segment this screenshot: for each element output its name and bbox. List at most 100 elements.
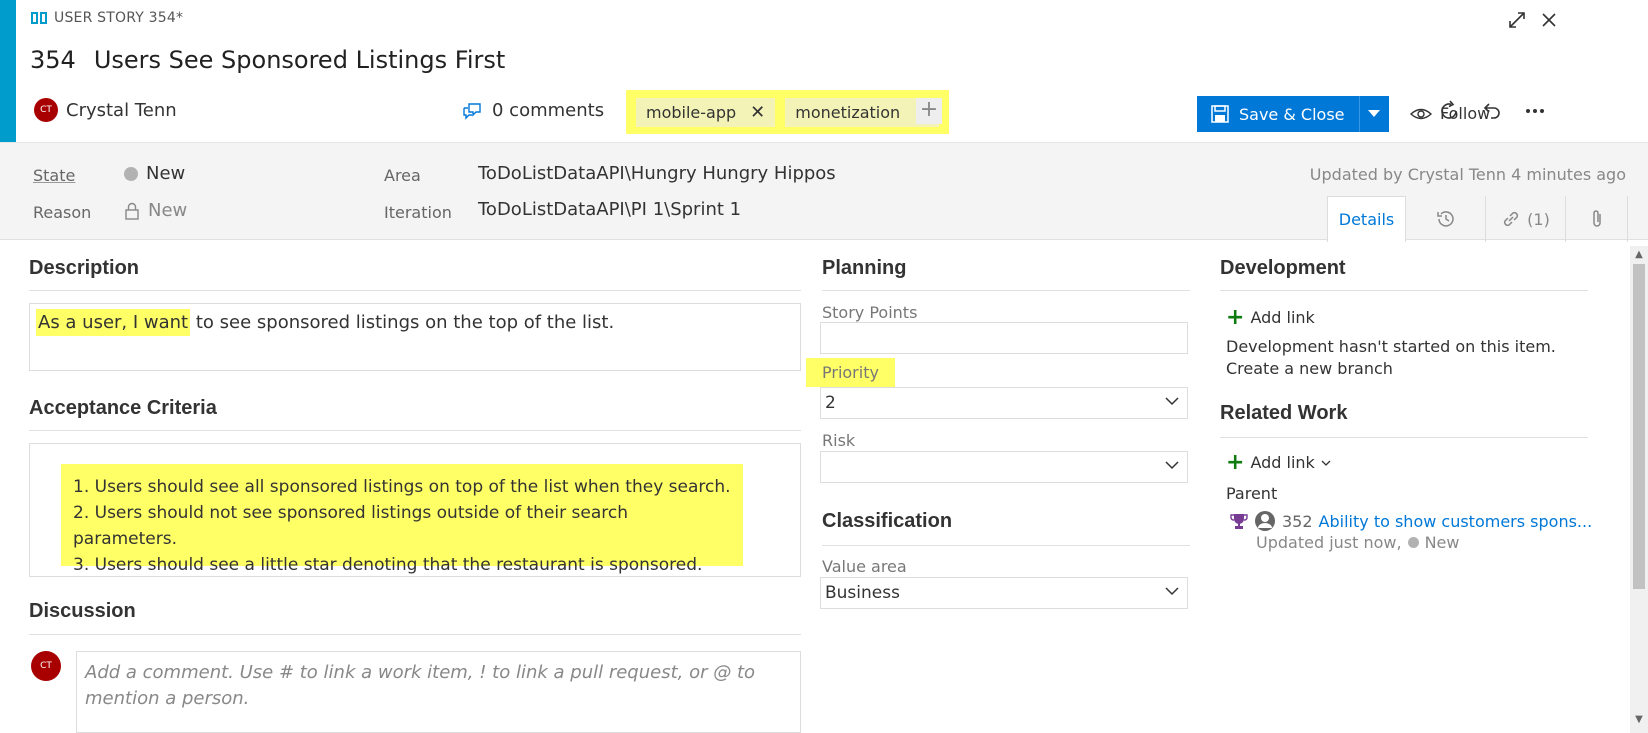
- parent-updated: Updated just now,: [1256, 533, 1402, 552]
- chevron-down-icon: [1165, 587, 1179, 596]
- updated-info: Updated by Crystal Tenn 4 minutes ago: [1309, 165, 1626, 184]
- chevron-down-icon: [1321, 460, 1331, 466]
- work-item-header: USER STORY 354* 354 Users See Sponsored …: [16, 0, 1648, 142]
- comment-icon: [463, 102, 481, 120]
- reason-value: New: [148, 200, 188, 221]
- description-highlight: As a user, I want: [36, 309, 191, 336]
- acceptance-criteria-editor[interactable]: 1. Users should see all sponsored listin…: [29, 443, 801, 577]
- divider: [29, 290, 801, 291]
- scroll-down-arrow[interactable]: ▼: [1634, 715, 1644, 725]
- tags-area: mobile-app ✕ monetization ✕: [626, 90, 950, 134]
- parent-title-link[interactable]: Ability to show customers spons...: [1319, 512, 1593, 531]
- divider: [822, 290, 1190, 291]
- more-actions-icon[interactable]: [1522, 100, 1548, 126]
- work-item-type: USER STORY 354*: [30, 10, 183, 26]
- development-status: Development hasn't started on this item.: [1226, 337, 1556, 356]
- person-avatar-icon: [1255, 511, 1275, 531]
- related-work-add-link[interactable]: + Add link: [1226, 450, 1331, 475]
- scroll-up-arrow[interactable]: ▲: [1634, 250, 1644, 260]
- save-close-label: Save & Close: [1239, 104, 1345, 124]
- story-points-label: Story Points: [822, 303, 918, 322]
- state-dot-icon: [1407, 537, 1419, 548]
- scrollbar-thumb[interactable]: [1633, 264, 1645, 589]
- refresh-icon[interactable]: [1436, 100, 1462, 126]
- work-item-title[interactable]: Users See Sponsored Listings First: [94, 46, 505, 74]
- expand-icon[interactable]: [1506, 10, 1528, 32]
- state-value: New: [146, 163, 186, 184]
- add-tag-button[interactable]: +: [916, 98, 942, 124]
- reason-field: New: [124, 200, 187, 221]
- risk-dropdown[interactable]: [820, 451, 1188, 483]
- chevron-down-icon: [1165, 461, 1179, 470]
- comments-link[interactable]: 0 comments: [462, 100, 604, 121]
- iteration-label: Iteration: [384, 203, 452, 222]
- add-link-label: Add link: [1250, 308, 1315, 327]
- history-icon: [1436, 211, 1454, 227]
- work-item-type-label: USER STORY 354*: [54, 10, 184, 26]
- parent-state: New: [1424, 533, 1460, 552]
- priority-dropdown[interactable]: 2: [820, 387, 1188, 419]
- related-work-heading: Related Work: [1220, 402, 1348, 424]
- plus-icon: +: [1226, 305, 1245, 330]
- divider: [1220, 290, 1588, 291]
- iteration-value[interactable]: ToDoListDataAPI\PI 1\Sprint 1: [478, 199, 741, 220]
- undo-icon[interactable]: [1479, 100, 1505, 126]
- risk-label: Risk: [822, 431, 856, 450]
- list-item: 1. Users should see all sponsored listin…: [73, 477, 731, 497]
- tab-links[interactable]: (1): [1486, 196, 1566, 242]
- parent-label: Parent: [1226, 484, 1278, 503]
- parent-work-item[interactable]: 352 Ability to show customers spons...: [1230, 510, 1592, 532]
- tag-mobile-app[interactable]: mobile-app ✕: [636, 97, 776, 127]
- divider: [822, 545, 1190, 546]
- paperclip-icon: [1592, 210, 1601, 227]
- priority-label: Priority: [806, 358, 895, 387]
- comments-count: 0 comments: [492, 100, 605, 121]
- development-add-link[interactable]: + Add link: [1226, 305, 1315, 330]
- value-area-dropdown[interactable]: Business: [820, 577, 1188, 609]
- state-label: State: [33, 166, 76, 185]
- work-item-type-color-bar: [0, 0, 16, 142]
- story-points-field[interactable]: [820, 322, 1188, 354]
- description-text: to see sponsored listings on the top of …: [190, 312, 615, 333]
- work-item-id: 354: [30, 46, 76, 74]
- book-icon: [31, 12, 47, 24]
- close-icon[interactable]: [1538, 10, 1560, 32]
- lock-icon: [125, 202, 139, 220]
- save-icon: [1211, 105, 1229, 123]
- divider: [29, 430, 801, 431]
- avatar: CT: [34, 98, 58, 122]
- tab-details[interactable]: Details: [1328, 196, 1406, 242]
- plus-icon: +: [1226, 450, 1245, 475]
- work-item-title-row[interactable]: 354 Users See Sponsored Listings First: [30, 46, 505, 74]
- state-field[interactable]: New: [124, 163, 185, 184]
- remove-tag-icon[interactable]: ✕: [750, 102, 765, 123]
- trophy-icon: [1230, 514, 1248, 529]
- assigned-to[interactable]: CT Crystal Tenn: [34, 98, 177, 122]
- links-count: (1): [1527, 209, 1550, 229]
- state-dot-icon: [124, 166, 138, 181]
- tab-history[interactable]: [1406, 196, 1486, 242]
- save-options-dropdown[interactable]: [1358, 96, 1389, 132]
- parent-id: 352: [1282, 511, 1313, 531]
- list-item: 3. Users should see a little star denoti…: [73, 555, 703, 575]
- area-label: Area: [384, 166, 421, 185]
- caret-down-icon: [1368, 110, 1381, 117]
- divider: [1220, 437, 1588, 438]
- create-branch-link[interactable]: Create a new branch: [1226, 359, 1393, 378]
- avatar: CT: [31, 651, 61, 681]
- divider: [29, 634, 801, 635]
- classification-heading: Classification: [822, 510, 953, 532]
- link-icon: [1504, 211, 1519, 227]
- planning-heading: Planning: [822, 257, 907, 279]
- comment-input[interactable]: Add a comment. Use # to link a work item…: [76, 651, 801, 733]
- parent-status: Updated just now, New: [1256, 533, 1459, 552]
- tab-attachments[interactable]: [1566, 196, 1628, 242]
- work-item-meta: State New Reason New Area ToDoListDataAP…: [0, 142, 1648, 242]
- description-heading: Description: [29, 257, 140, 279]
- assigned-to-name: Crystal Tenn: [66, 99, 177, 121]
- tag-label: mobile-app: [646, 102, 737, 122]
- acceptance-criteria-heading: Acceptance Criteria: [29, 397, 217, 419]
- save-close-button[interactable]: Save & Close: [1197, 96, 1389, 132]
- description-editor[interactable]: As a user, I want to see sponsored listi…: [29, 303, 801, 371]
- area-value[interactable]: ToDoListDataAPI\Hungry Hungry Hippos: [478, 163, 836, 184]
